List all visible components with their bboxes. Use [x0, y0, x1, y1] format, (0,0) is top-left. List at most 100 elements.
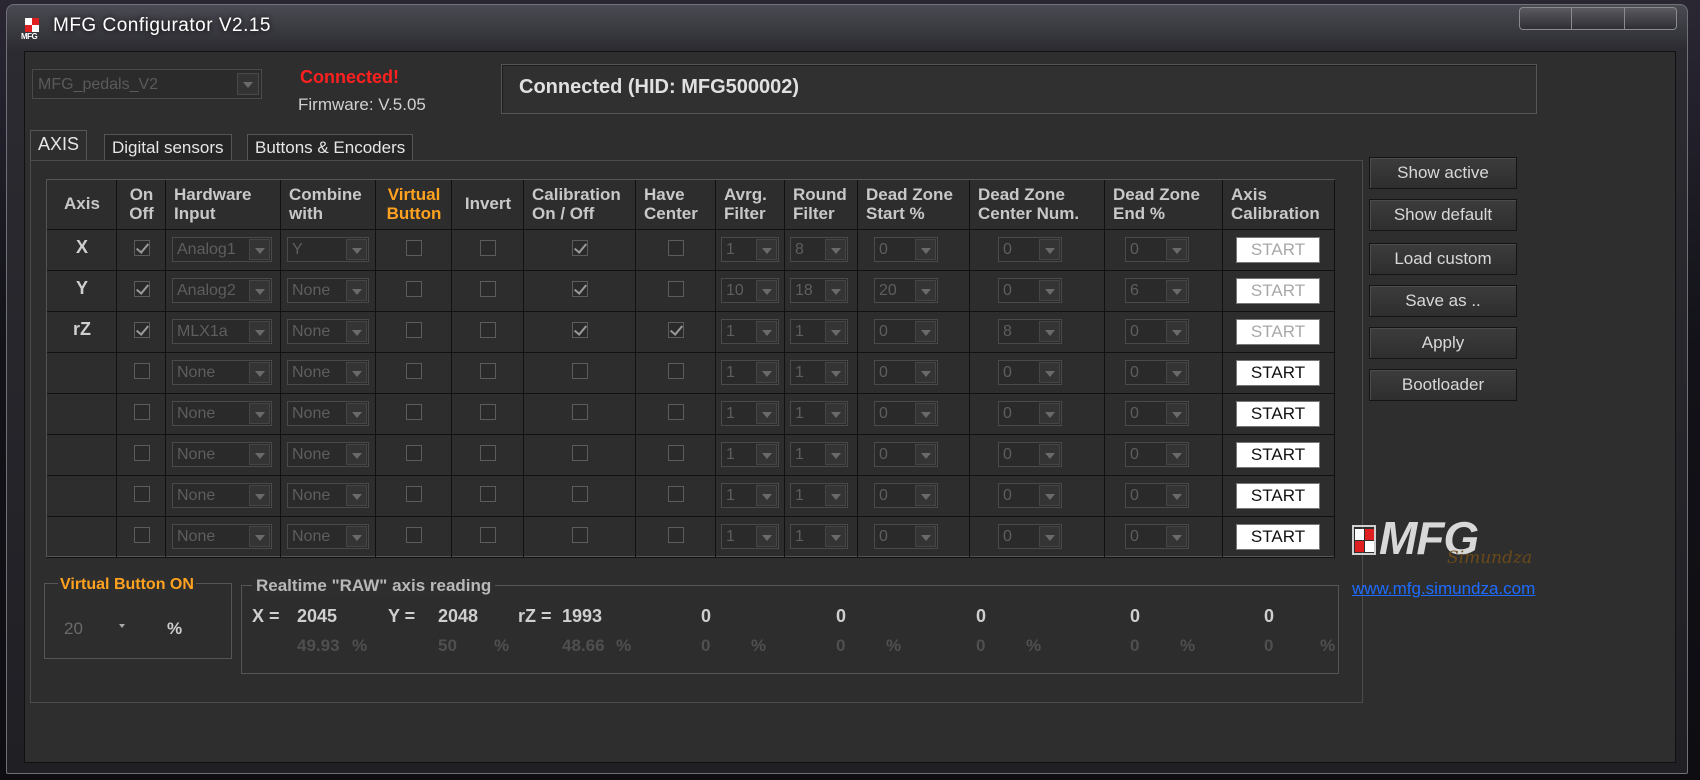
dead-zone-center-select[interactable]: 0 — [998, 524, 1062, 549]
combine-with-select[interactable]: None — [287, 278, 369, 303]
calibration-checkbox[interactable] — [572, 322, 588, 338]
hardware-input-select[interactable]: None — [172, 360, 272, 385]
close-button[interactable] — [1625, 8, 1676, 29]
have-center-checkbox[interactable] — [668, 404, 684, 420]
invert-checkbox[interactable] — [480, 240, 496, 256]
on-off-checkbox[interactable] — [133, 404, 150, 420]
on-off-checkbox[interactable] — [133, 240, 150, 256]
have-center-checkbox[interactable] — [668, 281, 684, 297]
chevron-down-icon[interactable] — [756, 444, 777, 465]
minimize-button[interactable] — [1520, 8, 1573, 29]
chevron-down-icon[interactable] — [825, 362, 846, 383]
chevron-down-icon[interactable] — [915, 321, 936, 342]
virtual-button-checkbox[interactable] — [406, 363, 422, 379]
combine-with-select[interactable]: None — [287, 319, 369, 344]
chevron-down-icon[interactable] — [756, 526, 777, 547]
chevron-down-icon[interactable] — [825, 321, 846, 342]
avrg-filter-select[interactable]: 1 — [721, 483, 779, 508]
chevron-down-icon[interactable] — [346, 362, 367, 383]
chevron-down-icon[interactable] — [249, 485, 270, 506]
virtual-button-checkbox[interactable] — [406, 281, 422, 297]
dead-zone-center-select[interactable]: 0 — [998, 483, 1062, 508]
calibration-checkbox[interactable] — [572, 404, 588, 420]
device-select[interactable]: MFG_pedals_V2 — [32, 69, 262, 99]
chevron-down-icon[interactable] — [1166, 403, 1187, 424]
chevron-down-icon[interactable] — [346, 239, 367, 260]
invert-checkbox[interactable] — [480, 486, 496, 502]
on-off-checkbox[interactable] — [133, 281, 150, 297]
calibration-start-button[interactable]: START — [1236, 237, 1320, 263]
chevron-down-icon[interactable] — [249, 526, 270, 547]
dead-zone-start-select[interactable]: 0 — [874, 401, 938, 426]
virtual-button-checkbox[interactable] — [406, 486, 422, 502]
chevron-down-icon[interactable] — [346, 485, 367, 506]
have-center-checkbox[interactable] — [668, 445, 684, 461]
dead-zone-center-select[interactable]: 0 — [998, 237, 1062, 262]
dead-zone-end-select[interactable]: 0 — [1125, 483, 1189, 508]
calibration-start-button[interactable]: START — [1236, 524, 1320, 550]
chevron-down-icon[interactable] — [756, 485, 777, 506]
avrg-filter-select[interactable]: 1 — [721, 401, 779, 426]
maximize-button[interactable] — [1572, 8, 1625, 29]
chevron-down-icon[interactable] — [249, 362, 270, 383]
chevron-down-icon[interactable] — [237, 73, 259, 95]
chevron-down-icon[interactable] — [346, 444, 367, 465]
round-filter-select[interactable]: 1 — [790, 483, 848, 508]
chevron-down-icon[interactable] — [249, 321, 270, 342]
chevron-down-icon[interactable] — [825, 403, 846, 424]
calibration-start-button[interactable]: START — [1236, 278, 1320, 304]
have-center-checkbox[interactable] — [668, 527, 684, 543]
combine-with-select[interactable]: None — [287, 524, 369, 549]
avrg-filter-select[interactable]: 1 — [721, 360, 779, 385]
calibration-checkbox[interactable] — [572, 281, 588, 297]
chevron-down-icon[interactable] — [1039, 280, 1060, 301]
on-off-checkbox[interactable] — [133, 322, 150, 338]
calibration-start-button[interactable]: START — [1236, 442, 1320, 468]
chevron-down-icon[interactable] — [825, 239, 846, 260]
hardware-input-select[interactable]: None — [172, 442, 272, 467]
chevron-down-icon[interactable] — [756, 362, 777, 383]
show-active-button[interactable]: Show active — [1369, 157, 1517, 189]
dead-zone-end-select[interactable]: 6 — [1125, 278, 1189, 303]
chevron-down-icon[interactable] — [915, 485, 936, 506]
calibration-checkbox[interactable] — [572, 486, 588, 502]
dead-zone-center-select[interactable]: 0 — [998, 401, 1062, 426]
calibration-start-button[interactable]: START — [1236, 360, 1320, 386]
chevron-down-icon[interactable] — [756, 280, 777, 301]
chevron-down-icon[interactable] — [825, 526, 846, 547]
dead-zone-start-select[interactable]: 0 — [874, 360, 938, 385]
chevron-down-icon[interactable] — [825, 444, 846, 465]
calibration-checkbox[interactable] — [572, 240, 588, 256]
calibration-checkbox[interactable] — [572, 527, 588, 543]
hardware-input-select[interactable]: None — [172, 401, 272, 426]
dead-zone-center-select[interactable]: 0 — [998, 360, 1062, 385]
chevron-down-icon[interactable] — [1039, 403, 1060, 424]
chevron-down-icon[interactable] — [346, 526, 367, 547]
chevron-down-icon[interactable] — [346, 321, 367, 342]
tab-axis[interactable]: AXIS — [30, 130, 88, 161]
have-center-checkbox[interactable] — [668, 240, 684, 256]
chevron-down-icon[interactable] — [1166, 321, 1187, 342]
dead-zone-end-select[interactable]: 0 — [1125, 319, 1189, 344]
hardware-input-select[interactable]: None — [172, 524, 272, 549]
chevron-down-icon[interactable] — [825, 485, 846, 506]
virtual-button-checkbox[interactable] — [406, 404, 422, 420]
save-as-button[interactable]: Save as .. — [1369, 285, 1517, 317]
dead-zone-center-select[interactable]: 0 — [998, 442, 1062, 467]
combine-with-select[interactable]: Y — [287, 237, 369, 262]
chevron-down-icon[interactable] — [756, 321, 777, 342]
chevron-down-icon[interactable] — [346, 280, 367, 301]
chevron-down-icon[interactable] — [915, 239, 936, 260]
invert-checkbox[interactable] — [480, 445, 496, 461]
round-filter-select[interactable]: 1 — [790, 524, 848, 549]
chevron-down-icon[interactable] — [1039, 239, 1060, 260]
have-center-checkbox[interactable] — [668, 322, 684, 338]
chevron-down-icon[interactable] — [1166, 526, 1187, 547]
tab-digital-sensors[interactable]: Digital sensors — [104, 134, 232, 160]
chevron-down-icon[interactable] — [346, 403, 367, 424]
chevron-down-icon[interactable] — [1039, 321, 1060, 342]
combine-with-select[interactable]: None — [287, 401, 369, 426]
chevron-down-icon[interactable] — [249, 403, 270, 424]
hardware-input-select[interactable]: None — [172, 483, 272, 508]
have-center-checkbox[interactable] — [668, 363, 684, 379]
